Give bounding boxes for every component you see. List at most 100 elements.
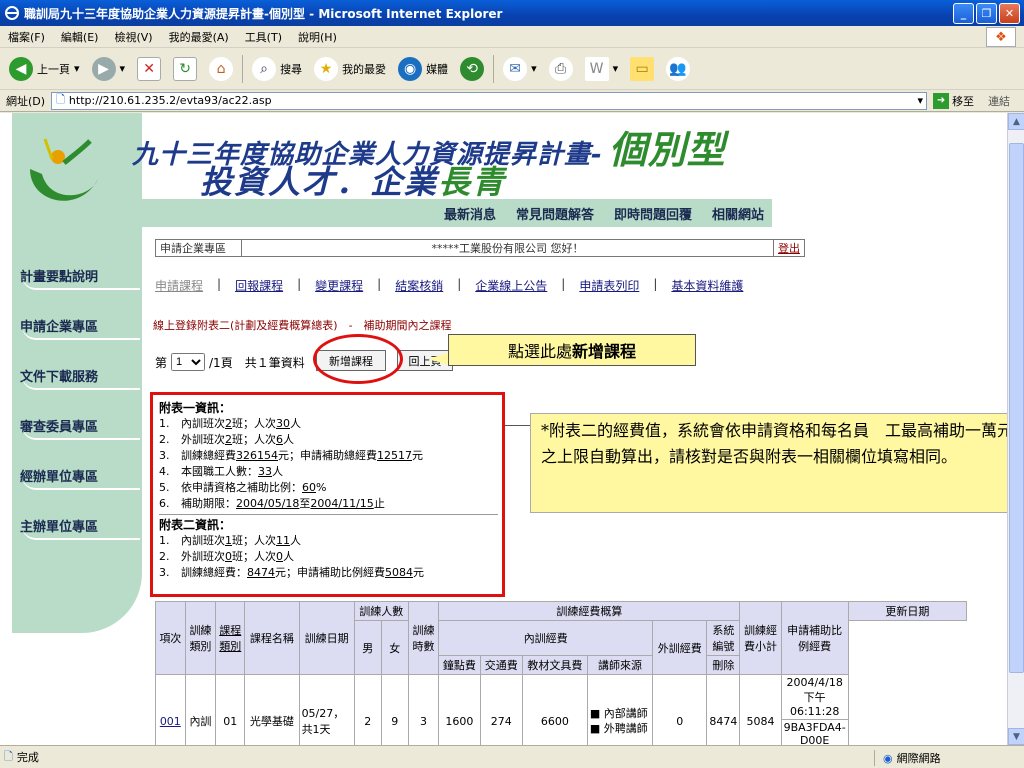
cell-source: ■ 內部講師 ■ 外聘講師 xyxy=(586,674,654,745)
forward-button[interactable]: ▶ ▾ xyxy=(89,52,129,86)
search-button[interactable]: ⌕ 搜尋 xyxy=(249,52,305,86)
page-select[interactable]: 1 xyxy=(171,353,206,371)
media-label: 媒體 xyxy=(426,62,449,76)
col-name: 課程名稱 xyxy=(244,601,300,675)
go-button[interactable]: ➜ 移至 xyxy=(933,92,974,109)
value: 5084 xyxy=(385,566,413,579)
home-button[interactable]: ⌂ xyxy=(206,52,236,86)
mail-button[interactable]: ✉ ▾ xyxy=(500,52,540,86)
nav-curve xyxy=(22,476,140,490)
address-url: http://210.61.235.2/evta93/ac22.asp xyxy=(68,94,272,107)
link-announcements[interactable]: 企業線上公告 xyxy=(475,277,547,294)
windows-logo-icon: ❖ xyxy=(986,27,1016,47)
edit-button[interactable]: W ▾ xyxy=(582,52,622,86)
chevron-down-icon[interactable]: ▾ xyxy=(531,62,537,75)
minimize-button[interactable]: _ xyxy=(953,3,974,24)
col-delete: 刪除 xyxy=(706,655,741,675)
value: 0 xyxy=(276,550,283,563)
menu-help[interactable]: 說明(H) xyxy=(298,29,337,45)
label: 人 xyxy=(283,550,294,563)
link-print-forms[interactable]: 申請表列印 xyxy=(579,277,639,294)
back-arrow-icon: ◀ xyxy=(9,56,33,81)
vertical-scrollbar[interactable]: ▲ ▼ xyxy=(1007,113,1024,745)
nav-links[interactable]: 相關網站 xyxy=(712,204,764,223)
favorites-button[interactable]: ★ 我的最愛 xyxy=(311,52,389,86)
col-category[interactable]: 課程類別 xyxy=(215,601,246,675)
value: 2 xyxy=(225,433,232,446)
col-clock: 鐘點費 xyxy=(438,655,481,675)
row-num: 2. xyxy=(159,433,170,446)
col-source: 講師來源 xyxy=(586,655,654,675)
toolbar-separator xyxy=(493,54,495,83)
media-button[interactable]: ◉ 媒體 xyxy=(395,52,451,86)
label: 止 xyxy=(373,497,385,510)
value: 1 xyxy=(225,534,232,547)
label: 班；人次 xyxy=(232,550,276,563)
label: 人 xyxy=(272,465,283,478)
links-button[interactable]: 連結 xyxy=(988,93,1010,109)
scroll-thumb[interactable] xyxy=(1009,143,1024,673)
row-num: 1. xyxy=(159,534,170,547)
cell-item[interactable]: 001 xyxy=(155,674,186,745)
info-row: 3. 訓練總經費326154元；申請補助總經費12517元 xyxy=(159,448,498,464)
scroll-up-icon[interactable]: ▲ xyxy=(1008,113,1024,130)
ie-icon xyxy=(4,5,20,21)
link-apply-course[interactable]: 申請課程 xyxy=(155,277,203,294)
info-row: 3. 訓練總經費：8474元；申請補助比例經費5084元 xyxy=(159,565,498,581)
cell-female: 9 xyxy=(380,674,409,745)
menu-view[interactable]: 檢視(V) xyxy=(114,29,152,45)
print-button[interactable]: ⎙ xyxy=(546,52,576,86)
divider: | xyxy=(217,277,222,291)
menu-tools[interactable]: 工具(T) xyxy=(245,29,282,45)
close-button[interactable]: ✕ xyxy=(999,3,1020,24)
label: 人 xyxy=(290,417,301,430)
nav-live-qa[interactable]: 即時問題回覆 xyxy=(614,204,692,223)
menu-favorites[interactable]: 我的最愛(A) xyxy=(169,29,229,45)
col-sysno: 系統編號 xyxy=(706,620,741,656)
chevron-down-icon[interactable]: ▾ xyxy=(918,94,927,107)
info-text: 內訓班次2班；人次30人 xyxy=(181,416,301,432)
info-text: 訓練總經費：8474元；申請補助比例經費5084元 xyxy=(181,565,424,581)
menu-edit[interactable]: 編輯(E) xyxy=(61,29,99,45)
chevron-down-icon[interactable]: ▾ xyxy=(120,62,126,75)
nav-news[interactable]: 最新消息 xyxy=(444,204,496,223)
source-internal: ■ 內部講師 xyxy=(589,707,648,720)
menu-file[interactable]: 檔案(F) xyxy=(8,29,45,45)
address-input[interactable]: 🗋 http://210.61.235.2/evta93/ac22.asp ▾ xyxy=(51,91,928,110)
col-external: 外訓經費 xyxy=(652,620,708,675)
window-title-bar: 職訓局九十三年度協助企業人力資源提昇計畫-個別型 - Microsoft Int… xyxy=(0,0,1024,26)
callout-tail xyxy=(428,353,448,365)
cell-category: 01 xyxy=(215,674,246,745)
back-button[interactable]: ◀ 上一頁 ▾ xyxy=(6,52,83,86)
label: 依申請資格之補助比例： xyxy=(181,481,302,494)
banner-slogan: 投資人才．企業長青 xyxy=(200,157,506,203)
discuss-button[interactable]: ▭ xyxy=(627,52,657,86)
chevron-down-icon[interactable]: ▾ xyxy=(74,62,80,75)
label: 訓練總經費： xyxy=(181,566,247,579)
chevron-down-icon[interactable]: ▾ xyxy=(613,62,619,75)
logout-link[interactable]: 登出 xyxy=(774,240,804,256)
status-text: 完成 xyxy=(16,751,39,764)
link-settlement[interactable]: 結案核銷 xyxy=(395,277,443,294)
refresh-button[interactable]: ↻ xyxy=(170,52,200,86)
history-button[interactable]: ⟲ xyxy=(457,52,487,86)
divider: | xyxy=(377,277,382,291)
link-basic-data[interactable]: 基本資料維護 xyxy=(671,277,743,294)
col-budget: 訓練經費概算 xyxy=(438,601,741,621)
cell-type: 內訓 xyxy=(184,674,217,745)
cell-updated: 2004/4/18 下午 06:11:28 xyxy=(780,674,849,720)
nav-faq[interactable]: 常見問題解答 xyxy=(516,204,594,223)
link-change-course[interactable]: 變更課程 xyxy=(315,277,363,294)
row-num: 3. xyxy=(159,449,170,462)
divider: | xyxy=(457,277,462,291)
star-icon: ★ xyxy=(314,56,339,81)
stop-button[interactable]: ✕ xyxy=(134,52,164,86)
divider: | xyxy=(561,277,566,291)
value: 6 xyxy=(276,433,283,446)
link-report-course[interactable]: 回報課程 xyxy=(235,277,283,294)
col-material: 教材文具費 xyxy=(521,655,588,675)
info-row: 2. 外訓班次2班；人次6人 xyxy=(159,432,498,448)
scroll-down-icon[interactable]: ▼ xyxy=(1008,728,1024,745)
maximize-button[interactable]: ❐ xyxy=(976,3,997,24)
messenger-button[interactable]: 👥 xyxy=(663,52,693,86)
